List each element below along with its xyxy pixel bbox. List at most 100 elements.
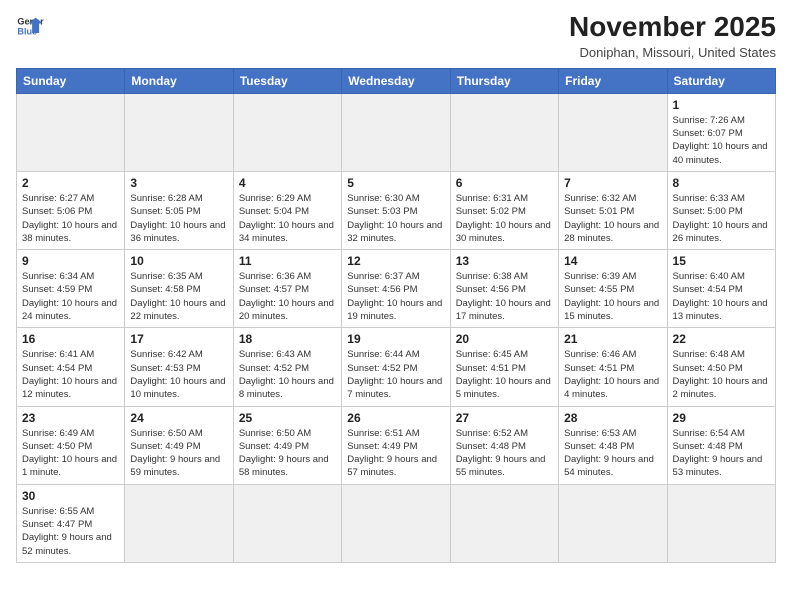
day-cell (342, 93, 450, 171)
day-cell: 10 Sunrise: 6:35 AM Sunset: 4:58 PM Dayli… (125, 250, 233, 328)
week-row-1: 1 Sunrise: 7:26 AM Sunset: 6:07 PM Daylig… (17, 93, 776, 171)
day-number: 5 (347, 176, 444, 190)
day-cell: 20Sunrise: 6:45 AM Sunset: 4:51 PM Dayli… (450, 328, 558, 406)
day-info: Sunrise: 6:54 AM Sunset: 4:48 PM Dayligh… (673, 427, 770, 480)
day-cell (559, 93, 667, 171)
week-row-5: 23 Sunrise: 6:49 AM Sunset: 4:50 PM Dayli… (17, 406, 776, 484)
day-info: Sunrise: 6:30 AM Sunset: 5:03 PM Dayligh… (347, 192, 444, 245)
day-number: 10 (130, 254, 227, 268)
day-number: 16 (22, 332, 119, 346)
location: Doniphan, Missouri, United States (569, 45, 776, 60)
day-cell: 5 Sunrise: 6:30 AM Sunset: 5:03 PM Daylig… (342, 171, 450, 249)
col-header-monday: Monday (125, 68, 233, 93)
day-cell: 12 Sunrise: 6:37 AM Sunset: 4:56 PM Dayli… (342, 250, 450, 328)
day-number: 19 (347, 332, 444, 346)
day-cell: 30 Sunrise: 6:55 AM Sunset: 4:47 PM Dayli… (17, 484, 125, 562)
day-info: Sunrise: 6:41 AM Sunset: 4:54 PM Dayligh… (22, 348, 119, 401)
day-cell (559, 484, 667, 562)
day-cell: 15Sunrise: 6:40 AM Sunset: 4:54 PM Dayli… (667, 250, 775, 328)
calendar-table: SundayMondayTuesdayWednesdayThursdayFrid… (16, 68, 776, 563)
page: General Blue November 2025 Doniphan, Mis… (0, 0, 792, 612)
day-info: Sunrise: 6:44 AM Sunset: 4:52 PM Dayligh… (347, 348, 444, 401)
generalblue-logo-icon: General Blue (16, 12, 44, 40)
day-cell: 24 Sunrise: 6:50 AM Sunset: 4:49 PM Dayli… (125, 406, 233, 484)
day-number: 4 (239, 176, 336, 190)
day-number: 2 (22, 176, 119, 190)
day-cell (450, 484, 558, 562)
day-cell: 13 Sunrise: 6:38 AM Sunset: 4:56 PM Dayli… (450, 250, 558, 328)
day-number: 1 (673, 98, 770, 112)
day-info: Sunrise: 6:32 AM Sunset: 5:01 PM Dayligh… (564, 192, 661, 245)
day-number: 9 (22, 254, 119, 268)
calendar-header-row: SundayMondayTuesdayWednesdayThursdayFrid… (17, 68, 776, 93)
day-number: 30 (22, 489, 119, 503)
day-number: 25 (239, 411, 336, 425)
day-info: Sunrise: 6:52 AM Sunset: 4:48 PM Dayligh… (456, 427, 553, 480)
day-info: Sunrise: 6:27 AM Sunset: 5:06 PM Dayligh… (22, 192, 119, 245)
day-number: 6 (456, 176, 553, 190)
col-header-saturday: Saturday (667, 68, 775, 93)
day-cell: 21 Sunrise: 6:46 AM Sunset: 4:51 PM Dayli… (559, 328, 667, 406)
day-number: 23 (22, 411, 119, 425)
day-info: Sunrise: 6:29 AM Sunset: 5:04 PM Dayligh… (239, 192, 336, 245)
day-cell: 23 Sunrise: 6:49 AM Sunset: 4:50 PM Dayli… (17, 406, 125, 484)
day-info: Sunrise: 6:36 AM Sunset: 4:57 PM Dayligh… (239, 270, 336, 323)
day-number: 20 (456, 332, 553, 346)
day-cell (667, 484, 775, 562)
day-cell: 18Sunrise: 6:43 AM Sunset: 4:52 PM Dayli… (233, 328, 341, 406)
day-number: 3 (130, 176, 227, 190)
day-number: 15 (673, 254, 770, 268)
day-cell (17, 93, 125, 171)
week-row-6: 30 Sunrise: 6:55 AM Sunset: 4:47 PM Dayli… (17, 484, 776, 562)
day-cell: 4 Sunrise: 6:29 AM Sunset: 5:04 PM Daylig… (233, 171, 341, 249)
day-info: Sunrise: 7:26 AM Sunset: 6:07 PM Dayligh… (673, 114, 770, 167)
day-cell (125, 484, 233, 562)
day-number: 21 (564, 332, 661, 346)
day-cell (125, 93, 233, 171)
day-cell: 22Sunrise: 6:48 AM Sunset: 4:50 PM Dayli… (667, 328, 775, 406)
day-cell (233, 93, 341, 171)
day-info: Sunrise: 6:46 AM Sunset: 4:51 PM Dayligh… (564, 348, 661, 401)
day-info: Sunrise: 6:28 AM Sunset: 5:05 PM Dayligh… (130, 192, 227, 245)
day-number: 12 (347, 254, 444, 268)
col-header-sunday: Sunday (17, 68, 125, 93)
day-cell: 2 Sunrise: 6:27 AM Sunset: 5:06 PM Daylig… (17, 171, 125, 249)
day-cell: 17 Sunrise: 6:42 AM Sunset: 4:53 PM Dayli… (125, 328, 233, 406)
week-row-3: 9 Sunrise: 6:34 AM Sunset: 4:59 PM Daylig… (17, 250, 776, 328)
day-number: 24 (130, 411, 227, 425)
header: General Blue November 2025 Doniphan, Mis… (16, 12, 776, 60)
day-cell: 8Sunrise: 6:33 AM Sunset: 5:00 PM Daylig… (667, 171, 775, 249)
day-info: Sunrise: 6:31 AM Sunset: 5:02 PM Dayligh… (456, 192, 553, 245)
day-cell: 27Sunrise: 6:52 AM Sunset: 4:48 PM Dayli… (450, 406, 558, 484)
logo: General Blue (16, 12, 44, 40)
day-cell: 28Sunrise: 6:53 AM Sunset: 4:48 PM Dayli… (559, 406, 667, 484)
day-number: 13 (456, 254, 553, 268)
day-number: 29 (673, 411, 770, 425)
col-header-thursday: Thursday (450, 68, 558, 93)
day-info: Sunrise: 6:42 AM Sunset: 4:53 PM Dayligh… (130, 348, 227, 401)
day-number: 17 (130, 332, 227, 346)
day-info: Sunrise: 6:53 AM Sunset: 4:48 PM Dayligh… (564, 427, 661, 480)
week-row-2: 2 Sunrise: 6:27 AM Sunset: 5:06 PM Daylig… (17, 171, 776, 249)
title-block: November 2025 Doniphan, Missouri, United… (569, 12, 776, 60)
day-cell: 1 Sunrise: 7:26 AM Sunset: 6:07 PM Daylig… (667, 93, 775, 171)
day-info: Sunrise: 6:33 AM Sunset: 5:00 PM Dayligh… (673, 192, 770, 245)
day-info: Sunrise: 6:35 AM Sunset: 4:58 PM Dayligh… (130, 270, 227, 323)
day-info: Sunrise: 6:37 AM Sunset: 4:56 PM Dayligh… (347, 270, 444, 323)
day-cell (342, 484, 450, 562)
day-cell: 6 Sunrise: 6:31 AM Sunset: 5:02 PM Daylig… (450, 171, 558, 249)
day-info: Sunrise: 6:55 AM Sunset: 4:47 PM Dayligh… (22, 505, 119, 558)
col-header-friday: Friday (559, 68, 667, 93)
day-info: Sunrise: 6:49 AM Sunset: 4:50 PM Dayligh… (22, 427, 119, 480)
day-cell: 14Sunrise: 6:39 AM Sunset: 4:55 PM Dayli… (559, 250, 667, 328)
day-number: 11 (239, 254, 336, 268)
day-cell: 7Sunrise: 6:32 AM Sunset: 5:01 PM Daylig… (559, 171, 667, 249)
week-row-4: 16 Sunrise: 6:41 AM Sunset: 4:54 PM Dayli… (17, 328, 776, 406)
day-cell: 19 Sunrise: 6:44 AM Sunset: 4:52 PM Dayli… (342, 328, 450, 406)
col-header-wednesday: Wednesday (342, 68, 450, 93)
day-info: Sunrise: 6:38 AM Sunset: 4:56 PM Dayligh… (456, 270, 553, 323)
day-cell: 29 Sunrise: 6:54 AM Sunset: 4:48 PM Dayli… (667, 406, 775, 484)
day-info: Sunrise: 6:34 AM Sunset: 4:59 PM Dayligh… (22, 270, 119, 323)
day-info: Sunrise: 6:50 AM Sunset: 4:49 PM Dayligh… (130, 427, 227, 480)
col-header-tuesday: Tuesday (233, 68, 341, 93)
